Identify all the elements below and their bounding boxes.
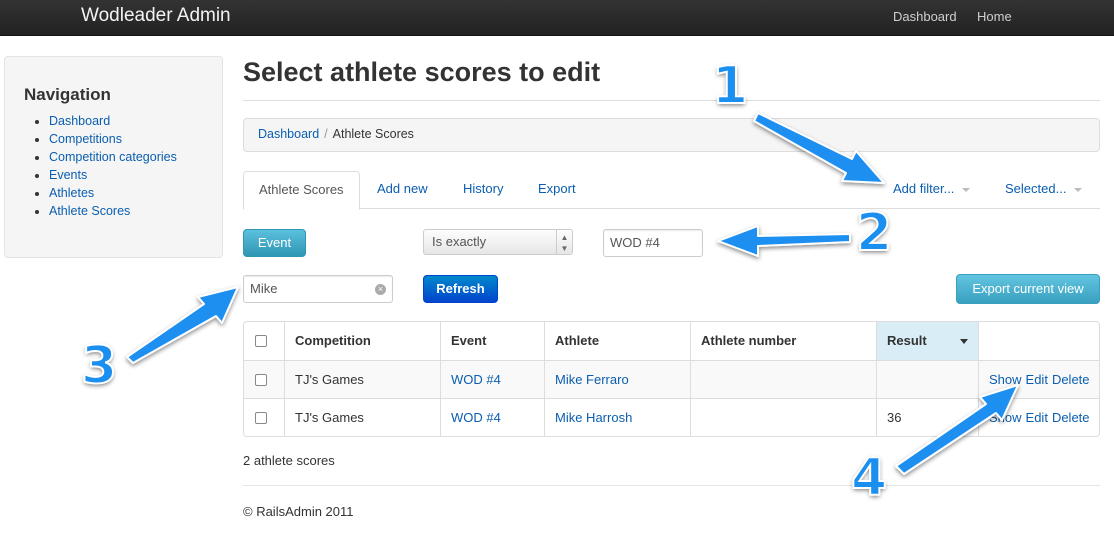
cell-event: WOD #4 xyxy=(440,361,544,398)
filter-operator-value: Is exactly xyxy=(432,234,487,249)
top-navbar: Wodleader Admin Dashboard Home xyxy=(0,0,1114,36)
event-link[interactable]: WOD #4 xyxy=(451,372,501,387)
sidebar-item-label[interactable]: Competitions xyxy=(49,132,122,146)
cell-result xyxy=(876,361,978,398)
select-arrows-icon: ▲ ▼ xyxy=(556,230,572,254)
athlete-link[interactable]: Mike Harrosh xyxy=(555,410,632,425)
column-header-athlete[interactable]: Athlete xyxy=(544,322,690,360)
cell-athlete-number xyxy=(690,399,876,436)
footer-divider xyxy=(243,485,1100,486)
chevron-down-icon xyxy=(962,187,971,192)
search-value: Mike xyxy=(250,281,278,296)
cell-result: 36 xyxy=(876,399,978,436)
cell-competition: TJ's Games xyxy=(284,361,440,398)
select-all-cell xyxy=(244,322,284,360)
selected-actions-dropdown[interactable]: Selected... xyxy=(1005,171,1083,209)
select-all-checkbox[interactable] xyxy=(255,334,267,347)
table-row: TJ's Games WOD #4 Mike Ferraro Show Edit D… xyxy=(244,360,1099,398)
cell-athlete: Mike Harrosh xyxy=(544,399,690,436)
filter-field-event-button[interactable]: Event xyxy=(243,229,306,257)
cell-event: WOD #4 xyxy=(440,399,544,436)
breadcrumb: Dashboard / Athlete Scores xyxy=(243,118,1100,152)
export-current-view-button[interactable]: Export current view xyxy=(956,274,1100,304)
table-header-row: Competition Event Athlete Athlete number… xyxy=(244,322,1099,360)
add-filter-dropdown[interactable]: Add filter... xyxy=(893,171,971,209)
sort-desc-icon xyxy=(960,339,968,344)
column-header-actions xyxy=(978,322,1099,360)
cell-actions: Show Edit Delete xyxy=(978,399,1099,436)
sidebar-heading: Navigation xyxy=(24,85,111,104)
callout-number-4: 4 xyxy=(850,448,888,508)
breadcrumb-separator: / xyxy=(324,127,328,141)
refresh-button[interactable]: Refresh xyxy=(423,275,498,303)
row-checkbox[interactable] xyxy=(255,411,267,424)
athlete-link[interactable]: Mike Ferraro xyxy=(555,372,629,387)
column-header-event[interactable]: Event xyxy=(440,322,544,360)
sidebar-item-competition-categories[interactable]: Competition categories xyxy=(35,148,177,166)
sidebar-item-label[interactable]: Dashboard xyxy=(49,114,110,128)
sidebar: Navigation Dashboard Competitions Compet… xyxy=(4,56,223,258)
add-filter-label: Add filter... xyxy=(893,181,955,196)
show-link[interactable]: Show xyxy=(989,410,1022,425)
cell-competition: TJ's Games xyxy=(284,399,440,436)
sidebar-item-athletes[interactable]: Athletes xyxy=(35,184,177,202)
sidebar-item-competitions[interactable]: Competitions xyxy=(35,130,177,148)
sidebar-item-label[interactable]: Competition categories xyxy=(49,150,177,164)
sidebar-item-label[interactable]: Athlete Scores xyxy=(49,204,130,218)
sidebar-item-label[interactable]: Athletes xyxy=(49,186,94,200)
callout-number-3: 3 xyxy=(80,336,118,396)
page-title: Select athlete scores to edit xyxy=(243,57,601,87)
delete-link[interactable]: Delete xyxy=(1052,372,1090,387)
cell-actions: Show Edit Delete xyxy=(978,361,1099,398)
column-header-athlete-number[interactable]: Athlete number xyxy=(690,322,876,360)
topnav-dashboard-link[interactable]: Dashboard xyxy=(893,9,957,24)
callout-number-2: 2 xyxy=(855,203,893,263)
tab-add-new[interactable]: Add new xyxy=(377,171,428,209)
table-row: TJ's Games WOD #4 Mike Harrosh 36 Show Ed… xyxy=(244,398,1099,436)
column-header-competition[interactable]: Competition xyxy=(284,322,440,360)
clear-icon[interactable]: × xyxy=(375,284,386,295)
sidebar-nav-list: Dashboard Competitions Competition categ… xyxy=(35,112,177,220)
tab-athlete-scores[interactable]: Athlete Scores xyxy=(243,171,360,210)
topnav-home-link[interactable]: Home xyxy=(977,9,1012,24)
sidebar-item-dashboard[interactable]: Dashboard xyxy=(35,112,177,130)
filter-operator-select[interactable]: Is exactly ▲ ▼ xyxy=(423,229,573,255)
title-divider xyxy=(243,100,1100,101)
column-header-result[interactable]: Result xyxy=(876,322,978,360)
search-input[interactable]: Mike × xyxy=(243,275,393,303)
edit-link[interactable]: Edit xyxy=(1026,410,1048,425)
filter-value-input[interactable]: WOD #4 xyxy=(603,229,703,257)
sidebar-item-label[interactable]: Events xyxy=(49,168,87,182)
delete-link[interactable]: Delete xyxy=(1052,410,1090,425)
scores-table: Competition Event Athlete Athlete number… xyxy=(243,321,1100,437)
breadcrumb-dashboard-link[interactable]: Dashboard xyxy=(258,127,319,141)
chevron-down-icon xyxy=(1074,187,1083,192)
event-link[interactable]: WOD #4 xyxy=(451,410,501,425)
tab-history[interactable]: History xyxy=(463,171,503,209)
cell-athlete: Mike Ferraro xyxy=(544,361,690,398)
record-count: 2 athlete scores xyxy=(243,453,335,468)
arrow-2-icon xyxy=(717,225,851,257)
brand-title[interactable]: Wodleader Admin xyxy=(81,5,231,27)
cell-athlete-number xyxy=(690,361,876,398)
callout-number-1: 1 xyxy=(711,56,749,116)
row-select-cell xyxy=(244,361,284,398)
selected-label: Selected... xyxy=(1005,181,1067,196)
footer-copyright: © RailsAdmin 2011 xyxy=(243,504,354,519)
row-select-cell xyxy=(244,399,284,436)
sidebar-item-athlete-scores[interactable]: Athlete Scores xyxy=(35,202,177,220)
tab-export[interactable]: Export xyxy=(538,171,576,209)
row-checkbox[interactable] xyxy=(255,373,267,386)
show-link[interactable]: Show xyxy=(989,372,1022,387)
arrow-3-icon xyxy=(126,286,239,364)
edit-link[interactable]: Edit xyxy=(1026,372,1048,387)
column-header-result-label: Result xyxy=(887,333,927,348)
sidebar-item-events[interactable]: Events xyxy=(35,166,177,184)
breadcrumb-current: Athlete Scores xyxy=(332,127,414,141)
tab-bar: Athlete Scores Add new History Export Ad… xyxy=(243,171,1100,210)
